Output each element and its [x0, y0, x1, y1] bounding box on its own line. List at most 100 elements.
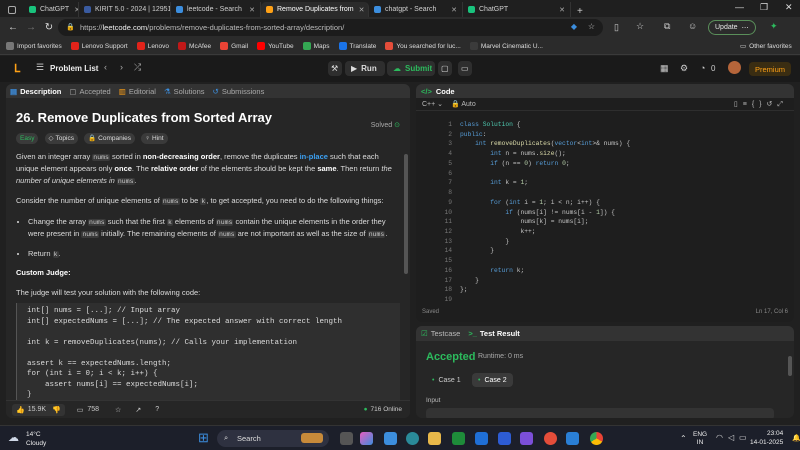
other-favorites[interactable]: ▭ Other favorites: [740, 42, 792, 51]
tab-accepted[interactable]: ▢ Accepted: [69, 87, 110, 96]
browser-tab[interactable]: KIRIT 5.0 - 2024 | 129512i✕: [79, 2, 171, 17]
battery-icon[interactable]: ▭: [739, 433, 747, 442]
bookmark-item[interactable]: You searched for luc...: [385, 42, 461, 50]
copilot-app-icon[interactable]: [360, 432, 373, 445]
companies-button[interactable]: 🔒 Companies: [84, 132, 136, 144]
profile-icon[interactable]: ☺: [688, 21, 697, 31]
close-tab-icon[interactable]: ✕: [554, 6, 565, 14]
chrome-icon[interactable]: [590, 432, 603, 445]
xbox-icon[interactable]: [452, 432, 465, 445]
store-icon[interactable]: [475, 432, 488, 445]
minimize-icon[interactable]: —: [735, 2, 744, 12]
task-view-icon[interactable]: [340, 432, 353, 445]
leetcode-logo-icon[interactable]: ᒪ: [14, 62, 20, 75]
problem-list-link[interactable]: Problem List: [50, 64, 98, 73]
reset-icon[interactable]: ↺: [767, 101, 778, 108]
debug-icon[interactable]: ⚒: [328, 61, 342, 76]
extension-icon[interactable]: ◆: [571, 22, 577, 31]
close-tab-icon[interactable]: ✕: [354, 6, 365, 14]
copilot-icon[interactable]: ✦: [770, 21, 778, 32]
help-icon[interactable]: ?: [155, 406, 159, 413]
hint-button[interactable]: ♀ Hint: [141, 132, 168, 144]
meet-icon[interactable]: [384, 432, 397, 445]
browser-tab[interactable]: Remove Duplicates from ✕: [261, 2, 369, 17]
maximize-icon[interactable]: ❐: [760, 2, 768, 13]
tab-solutions[interactable]: ⚗ Solutions: [164, 87, 205, 96]
case-1-tab[interactable]: • Case 1: [426, 373, 467, 387]
next-problem-icon[interactable]: ›: [120, 62, 123, 72]
wifi-icon[interactable]: ◠: [716, 433, 723, 442]
description-scrollbar[interactable]: [404, 154, 408, 274]
comments-button[interactable]: ▭ 758: [77, 406, 99, 414]
app-icon[interactable]: [520, 432, 533, 445]
close-window-icon[interactable]: ✕: [785, 2, 793, 13]
bookmark-item[interactable]: Maps: [302, 42, 330, 50]
update-button[interactable]: Update ⋯: [708, 20, 756, 35]
windows-start-icon[interactable]: ⊞: [198, 430, 211, 445]
browser-tab[interactable]: ChatGPT✕: [24, 2, 79, 17]
back-icon[interactable]: ←: [4, 22, 22, 33]
settings-icon[interactable]: ⚙: [680, 63, 688, 74]
notification-icon[interactable]: 🔔: [792, 434, 800, 442]
url-bar[interactable]: 🔒 https://leetcode.com/problems/remove-d…: [58, 19, 603, 36]
bookmark-item[interactable]: Lenovo Support: [70, 42, 128, 50]
taskbar-search[interactable]: ⌕ Search: [217, 430, 329, 447]
bookmark-item[interactable]: Marvel Cinematic U...: [469, 42, 543, 50]
case-2-tab[interactable]: • Case 2: [472, 373, 513, 387]
result-scrollbar[interactable]: [788, 356, 792, 376]
forward-icon[interactable]: →: [22, 22, 40, 33]
run-button[interactable]: ▶ Run: [345, 61, 385, 76]
prev-problem-icon[interactable]: ‹: [104, 62, 107, 72]
streak-icon[interactable]: ◔: [700, 63, 705, 73]
close-tab-icon[interactable]: ✕: [446, 6, 457, 14]
auto-toggle[interactable]: 🔒 Auto: [451, 100, 476, 108]
file-explorer-icon[interactable]: [428, 432, 441, 445]
wps-icon[interactable]: [544, 432, 557, 445]
bookmark-icon[interactable]: ▯: [734, 101, 743, 108]
collections-icon[interactable]: ⧉: [664, 21, 670, 32]
favorite-star-icon[interactable]: ☆: [588, 22, 595, 31]
submit-button[interactable]: ☁ Submit: [387, 61, 435, 76]
chevron-up-icon[interactable]: ⌃: [680, 434, 687, 443]
close-tab-icon[interactable]: ✕: [244, 6, 255, 14]
topics-button[interactable]: ◇ Topics: [44, 132, 78, 144]
language-indicator[interactable]: ENG IN: [693, 431, 707, 447]
refresh-icon[interactable]: ↻: [40, 22, 58, 33]
bookmark-item[interactable]: Translate: [338, 42, 376, 50]
avatar[interactable]: [728, 61, 741, 74]
favorites-icon[interactable]: ☆: [636, 21, 644, 32]
clock[interactable]: 23:04 14-01-2025: [750, 429, 783, 447]
volume-icon[interactable]: ◁: [728, 433, 734, 442]
braces-icon[interactable]: {}: [752, 101, 767, 108]
bookmark-item[interactable]: YouTube: [257, 42, 294, 50]
tab-editorial[interactable]: ▥ Editorial: [119, 87, 156, 96]
lenovo-vantage-icon[interactable]: [498, 432, 511, 445]
new-tab-button[interactable]: +: [571, 6, 589, 17]
tab-test-result[interactable]: >_ Test Result: [468, 329, 519, 338]
browser-tab[interactable]: leetcode - Search ✕: [171, 2, 261, 17]
bookmark-item[interactable]: Import favorites: [6, 42, 62, 50]
workspaces-icon[interactable]: [0, 2, 24, 17]
tab-testcase[interactable]: ☑ Testcase: [421, 329, 460, 338]
like-button[interactable]: 👍 15.9K 👎: [12, 403, 65, 416]
vscode-icon[interactable]: [566, 432, 579, 445]
fullscreen-icon[interactable]: ⤢: [777, 101, 788, 108]
note-icon[interactable]: ▢: [438, 61, 452, 76]
split-screen-icon[interactable]: ▯: [614, 22, 619, 33]
edge-icon[interactable]: [406, 432, 419, 445]
bookmark-item[interactable]: Gmail: [220, 42, 248, 50]
star-icon[interactable]: ☆: [115, 406, 121, 414]
language-select[interactable]: C++ ⌄: [422, 100, 443, 108]
list-icon[interactable]: ☰: [36, 62, 44, 73]
shuffle-icon[interactable]: ⤮: [134, 62, 141, 73]
bookmark-item[interactable]: Lenovo: [136, 42, 169, 50]
bookmark-item[interactable]: McAfee: [178, 42, 211, 50]
weather-widget[interactable]: 14°C Cloudy: [26, 430, 46, 448]
tab-description[interactable]: ▤ Description: [10, 87, 61, 96]
browser-tab[interactable]: ChatGPT✕: [463, 2, 571, 17]
chat-icon[interactable]: ▭: [458, 61, 472, 76]
close-tab-icon[interactable]: ✕: [69, 6, 78, 14]
tab-submissions[interactable]: ↺ Submissions: [213, 87, 265, 96]
share-icon[interactable]: ↗: [135, 406, 141, 414]
thumbs-down-icon[interactable]: 👎: [52, 406, 61, 414]
